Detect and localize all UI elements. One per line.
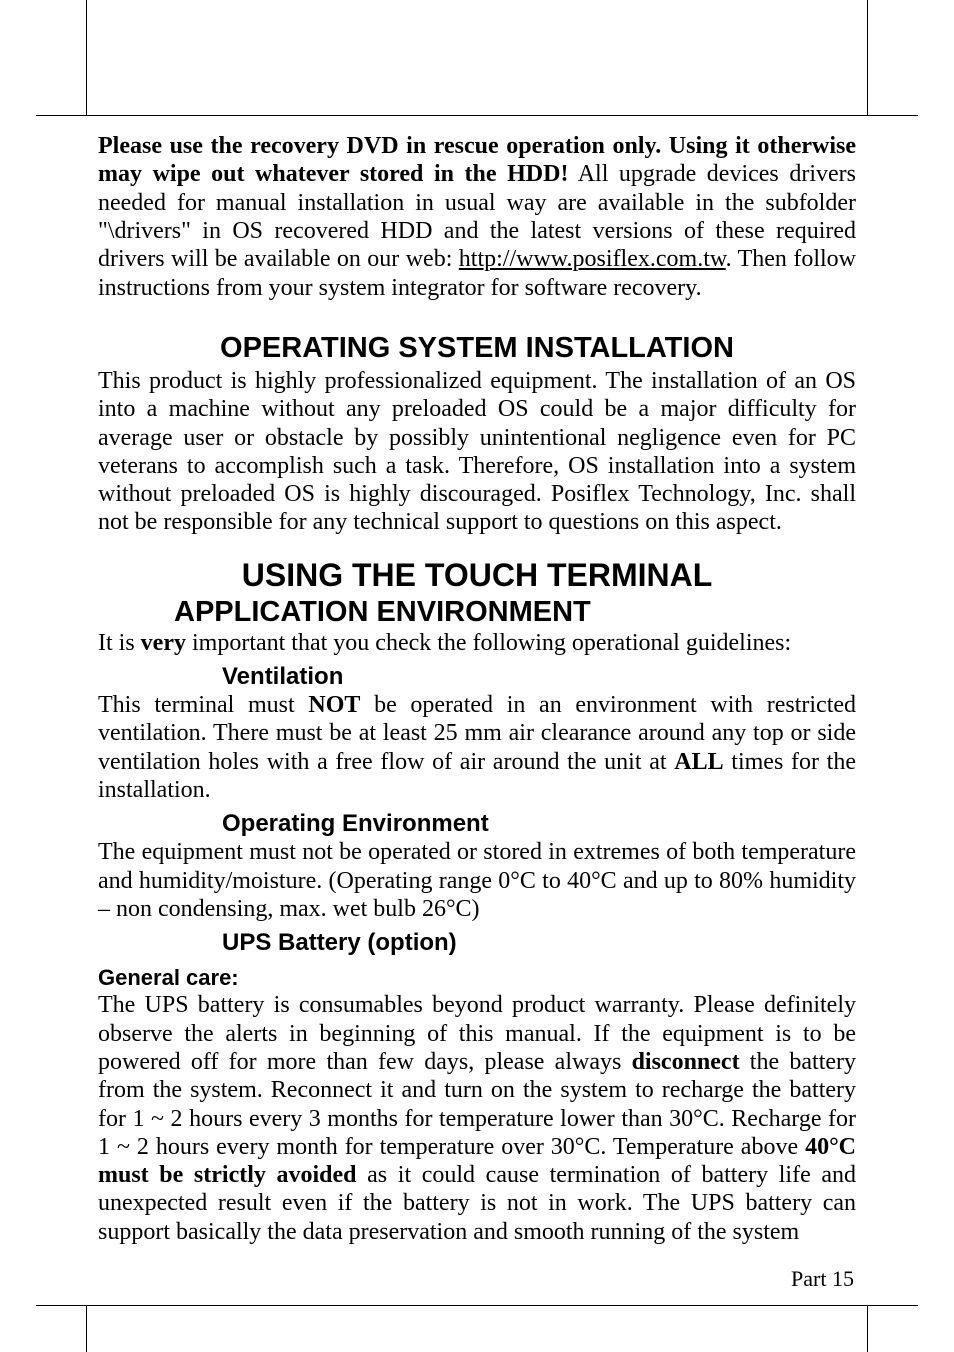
heading-using-touch-terminal: USING THE TOUCH TERMINAL	[98, 557, 856, 594]
heading-os-installation: OPERATING SYSTEM INSTALLATION	[98, 332, 856, 365]
text: important that you check the following o…	[186, 630, 791, 656]
rule-top-horizontal	[36, 115, 918, 116]
paragraph-recovery-dvd: Please use the recovery DVD in rescue op…	[98, 132, 856, 302]
rule-bottom-horizontal	[36, 1305, 918, 1306]
page-root: Please use the recovery DVD in rescue op…	[0, 0, 954, 1352]
heading-ups-battery: UPS Battery (option)	[222, 929, 856, 957]
heading-general-care: General care:	[98, 965, 856, 991]
rule-bottom-vertical-left	[86, 1306, 87, 1352]
heading-operating-environment: Operating Environment	[222, 810, 856, 838]
heading-ventilation: Ventilation	[222, 663, 856, 691]
paragraph-app-env-intro: It is very important that you check the …	[98, 629, 856, 657]
paragraph-operating-environment: The equipment must not be operated or st…	[98, 838, 856, 923]
bold-not: NOT	[308, 692, 360, 718]
paragraph-os-installation: This product is highly professionalized …	[98, 367, 856, 537]
text: It is	[98, 630, 141, 656]
paragraph-ventilation: This terminal must NOT be operated in an…	[98, 691, 856, 804]
content-area: Please use the recovery DVD in rescue op…	[98, 132, 856, 1266]
heading-application-environment: APPLICATION ENVIRONMENT	[174, 596, 856, 629]
bold-very: very	[141, 630, 186, 656]
paragraph-ups-battery: The UPS battery is consumables beyond pr…	[98, 991, 856, 1246]
bold-disconnect: disconnect	[632, 1049, 740, 1075]
link-posiflex[interactable]: http://www.posiflex.com.tw	[459, 246, 726, 272]
rule-top-vertical-left	[86, 0, 87, 115]
bold-all: ALL	[674, 749, 723, 775]
rule-top-vertical-right	[867, 0, 868, 115]
page-number: Part 15	[791, 1266, 854, 1292]
text: This terminal must	[98, 692, 308, 718]
rule-bottom-vertical-right	[867, 1306, 868, 1352]
